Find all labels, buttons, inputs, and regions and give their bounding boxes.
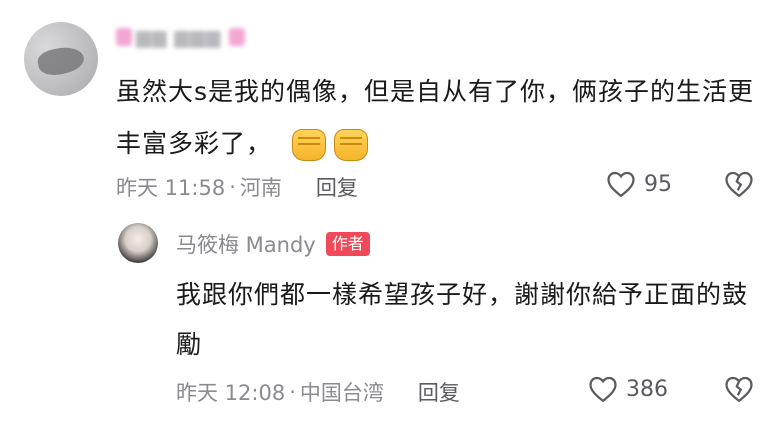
reply-location: 中国台湾 [299, 381, 384, 405]
comment-like-count: 95 [644, 171, 672, 197]
reply-author: 马筱梅 Mandy 作者 [176, 229, 370, 259]
heart-icon [589, 376, 617, 403]
reply-time: 昨天 12:08 [176, 381, 286, 405]
reply-dislike-button[interactable] [724, 375, 754, 403]
comment-body: 虽然大s是我的偶像，但是自从有了你，俩孩子的生活更丰富多彩了， [116, 66, 766, 170]
reply-author-avatar[interactable] [118, 223, 158, 263]
comment-reply-button[interactable]: 回复 [316, 172, 358, 202]
mosaic-block [229, 28, 246, 46]
reply-like-count: 386 [626, 376, 668, 402]
comment-meta: 昨天 11:58 · 河南 回复 [116, 172, 358, 202]
commenter-avatar[interactable] [24, 22, 98, 96]
reply-reply-button[interactable]: 回复 [418, 377, 460, 407]
fist-emoji-icon [292, 129, 327, 161]
broken-heart-icon [725, 376, 753, 403]
author-badge: 作者 [325, 232, 370, 256]
blurred-username-text: ▆▆ ▆▆▆ [136, 26, 222, 48]
broken-heart-icon [725, 171, 753, 198]
meta-dot: · [229, 175, 236, 199]
comment-dislike-button[interactable] [724, 170, 754, 198]
reply-body: 我跟你們都一樣希望孩子好，謝謝你給予正面的鼓勵 [176, 280, 749, 359]
commenter-username-blurred[interactable]: ▆▆ ▆▆▆ [116, 24, 249, 50]
reply-username[interactable]: 马筱梅 Mandy [176, 229, 316, 259]
comment-text: 虽然大s是我的偶像，但是自从有了你，俩孩子的生活更丰富多彩了， [116, 77, 755, 158]
heart-icon [607, 171, 635, 198]
mosaic-block [116, 28, 132, 46]
fist-emoji-icon [334, 129, 369, 161]
comment-time: 昨天 11:58 [116, 176, 226, 200]
meta-dot: · [289, 380, 296, 404]
reply-like-button[interactable]: 386 [588, 375, 668, 403]
reply-meta: 昨天 12:08 · 中国台湾 回复 [176, 377, 460, 407]
avatar-cloud-image [35, 43, 87, 79]
comment-like-button[interactable]: 95 [606, 170, 672, 198]
comment-location: 河南 [239, 176, 282, 200]
emoji-group [292, 129, 369, 161]
